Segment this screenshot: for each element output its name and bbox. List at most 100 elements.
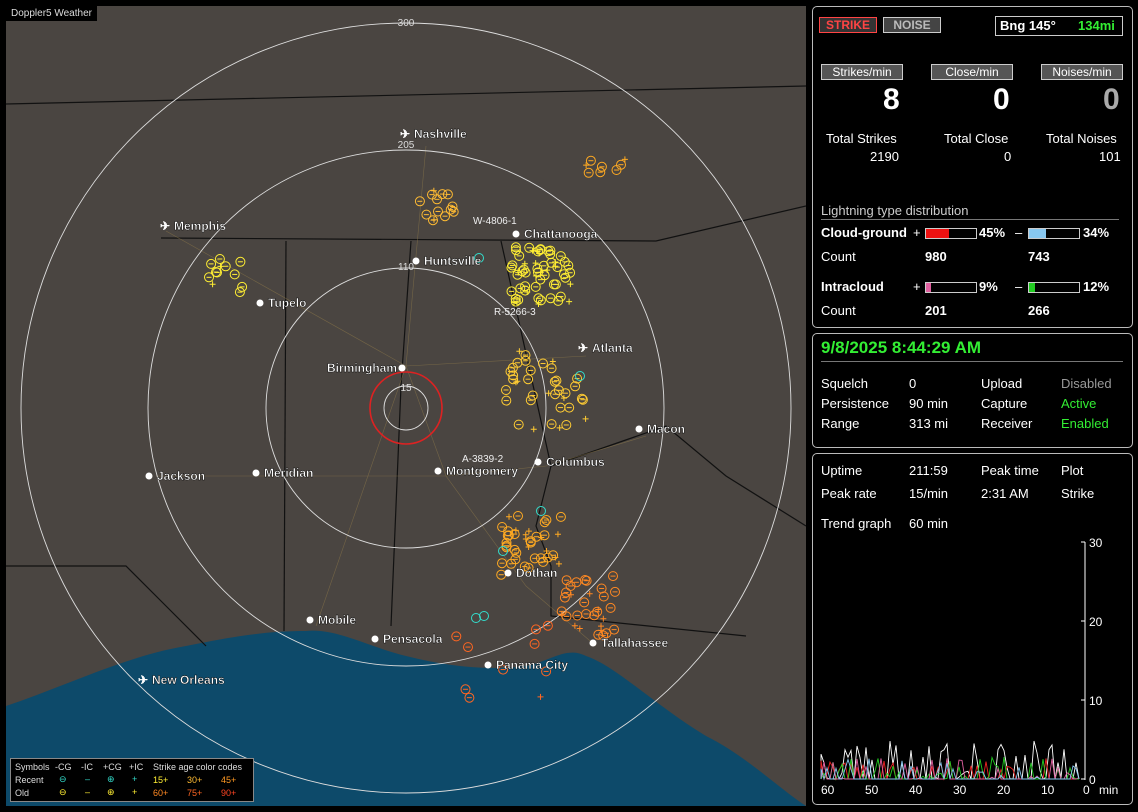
persistence-value: 90 min xyxy=(909,396,949,411)
count-label: Count xyxy=(821,249,856,264)
strike-marker xyxy=(566,298,573,305)
strike-toggle-button[interactable]: STRIKE xyxy=(819,17,877,33)
strike-marker xyxy=(582,415,589,422)
peak-rate-label: Peak rate xyxy=(821,486,877,501)
city-label: Macon xyxy=(647,422,685,436)
trend-window-value: 60 min xyxy=(909,516,949,531)
city-marker: Chattanooga xyxy=(512,227,598,241)
storm-label[interactable]: R-5266-3 xyxy=(494,307,536,318)
status-panel: 9/8/2025 8:44:29 AM Squelch 0 Upload Dis… xyxy=(812,333,1133,448)
map-canvas[interactable]: 300 205 110 15 ✈ Nashville ✈ Memphis Chattan… xyxy=(6,6,806,806)
city-marker: Meridian xyxy=(252,466,314,480)
total-noises-value: 101 xyxy=(1099,149,1121,164)
strike-marker xyxy=(571,622,578,629)
storm-label[interactable]: W-4806-1 xyxy=(473,216,517,227)
strike-marker xyxy=(506,513,513,520)
y-tick-label: 20 xyxy=(1089,615,1103,629)
airport-icon: ✈ xyxy=(578,341,588,355)
city-dot-icon xyxy=(635,425,643,433)
city-marker: Jackson xyxy=(145,469,205,483)
datetime: 9/8/2025 8:44:29 AM xyxy=(821,338,982,357)
y-tick-label: 10 xyxy=(1089,694,1103,708)
distribution-title: Lightning type distribution xyxy=(821,203,969,218)
strike-marker xyxy=(554,531,561,538)
city-dot-icon xyxy=(484,661,492,669)
legend-header: +IC xyxy=(129,762,144,772)
city-label: Atlanta xyxy=(592,341,633,355)
city-marker: Tallahassee xyxy=(589,636,669,650)
range-label: Range xyxy=(821,416,860,431)
x-unit-label: min xyxy=(1099,783,1118,794)
city-dot-icon xyxy=(589,639,597,647)
city-marker: ✈ Memphis xyxy=(160,219,227,233)
cg-plus-percent: 45% xyxy=(979,225,1006,240)
plus-ic-old-icon: + xyxy=(132,787,138,797)
capture-value: Active xyxy=(1061,396,1097,411)
age-code: 90+ xyxy=(221,788,237,798)
city-label: Columbus xyxy=(546,455,605,469)
strikes-per-min-button[interactable]: Strikes/min xyxy=(821,64,903,80)
upload-value: Disabled xyxy=(1061,376,1112,391)
legend-header: -IC xyxy=(81,762,93,772)
ic-plus-count: 201 xyxy=(925,303,947,318)
receiver-value: Enabled xyxy=(1061,416,1109,431)
age-code: 75+ xyxy=(187,788,203,798)
close-per-min-button[interactable]: Close/min xyxy=(931,64,1013,80)
strike-marker xyxy=(525,528,532,535)
trend-graph-label: Trend graph xyxy=(821,516,892,531)
city-marker: Panama City xyxy=(484,658,569,672)
plus-ic-recent-icon: + xyxy=(132,774,138,784)
divider xyxy=(821,361,1123,362)
city-dot-icon xyxy=(434,467,442,475)
symbol-legend: Symbols -CG -IC +CG +IC Strike age color… xyxy=(10,758,254,802)
distance-value: 134mi xyxy=(1078,18,1115,33)
airport-icon: ✈ xyxy=(138,673,148,687)
x-tick-label: 30 xyxy=(953,783,967,794)
ic-minus-count: 266 xyxy=(1028,303,1050,318)
lightning-map[interactable]: 300 205 110 15 ✈ Nashville ✈ Memphis Chattan… xyxy=(6,6,806,806)
peak-rate-value: 15/min xyxy=(909,486,949,501)
city-label: Tallahassee xyxy=(601,636,668,650)
uptime-value: 211:59 xyxy=(909,463,948,478)
legend-age-title: Strike age color codes xyxy=(153,762,243,772)
strike-marker xyxy=(532,260,539,267)
strike-marker xyxy=(544,267,551,274)
minus-ic-old-icon: – xyxy=(85,787,91,797)
strike-marker xyxy=(522,536,529,543)
noise-toggle-button[interactable]: NOISE xyxy=(883,17,941,33)
minus-ic-recent-icon: – xyxy=(85,774,91,784)
storm-label[interactable]: A-3839-2 xyxy=(462,454,504,465)
ic-plus-percent: 9% xyxy=(979,279,998,294)
counter-panel: STRIKE NOISE Bng 145° 134mi Strikes/min … xyxy=(812,6,1133,328)
cg-minus-bar xyxy=(1028,228,1080,239)
plus-sign: + xyxy=(913,225,921,240)
age-code: 45+ xyxy=(221,775,237,785)
city-dot-icon xyxy=(398,364,406,372)
x-tick-label: 40 xyxy=(909,783,923,794)
city-marker: Huntsville xyxy=(412,254,482,268)
persistence-label: Persistence xyxy=(821,396,889,411)
plot-value[interactable]: Strike xyxy=(1061,486,1094,501)
total-close-value: 0 xyxy=(1004,149,1012,164)
city-label: Nashville xyxy=(414,127,467,141)
noises-per-min-button[interactable]: Noises/min xyxy=(1041,64,1123,80)
total-noises-label: Total Noises xyxy=(1046,131,1117,146)
x-tick-label: 60 xyxy=(821,783,835,794)
trend-graph: 30 20 10 0 60 50 40 30 20 10 0 min xyxy=(820,536,1118,794)
age-code: 15+ xyxy=(153,775,169,785)
cg-minus-count: 743 xyxy=(1028,249,1050,264)
x-tick-label: 10 xyxy=(1041,783,1055,794)
receiver-label: Receiver xyxy=(981,416,1033,431)
minus-sign: – xyxy=(1015,225,1023,240)
city-label: Jackson xyxy=(157,469,205,483)
plot-label: Plot xyxy=(1061,463,1084,478)
city-label: Montgomery xyxy=(446,464,518,478)
city-label: Pensacola xyxy=(383,632,443,646)
city-label: Panama City xyxy=(496,658,568,672)
city-dot-icon xyxy=(534,458,542,466)
count-label: Count xyxy=(821,303,856,318)
divider xyxy=(821,219,1119,220)
city-marker: Montgomery xyxy=(434,464,519,478)
close-per-min-value: 0 xyxy=(993,83,1010,116)
airport-icon: ✈ xyxy=(400,127,410,141)
